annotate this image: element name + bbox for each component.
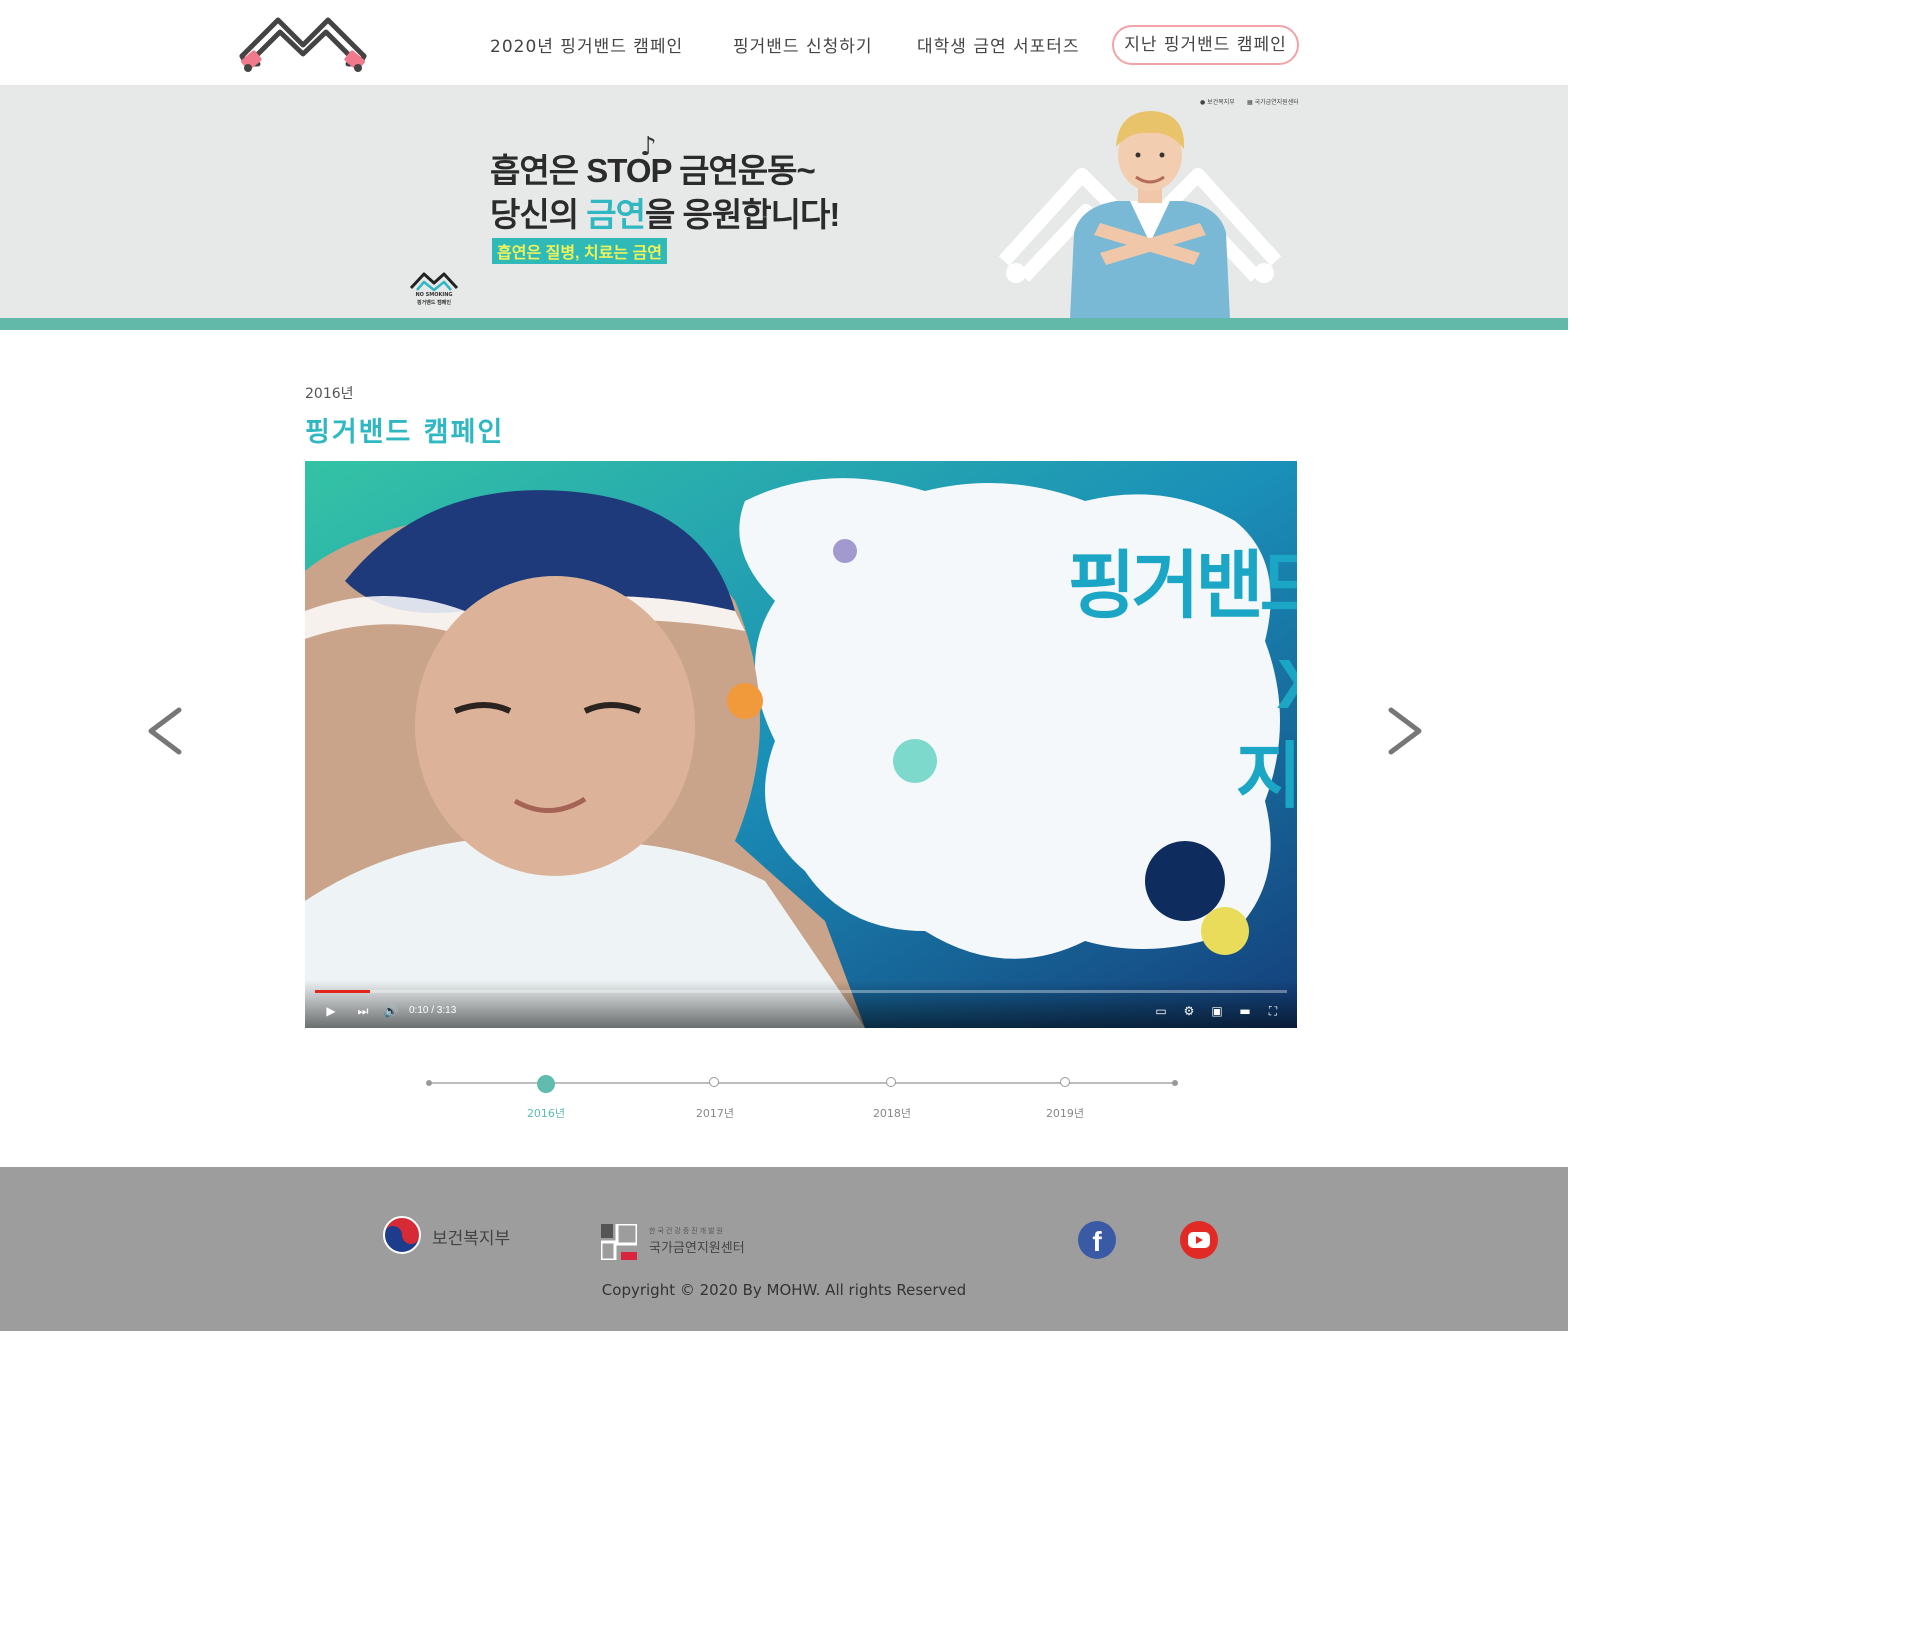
- banner-celebrity-photo: [1060, 103, 1240, 319]
- fingerband-logo[interactable]: [236, 14, 370, 76]
- section-title: 핑거밴드 캠페인: [305, 417, 505, 448]
- subtitles-icon[interactable]: ▭: [1153, 1003, 1169, 1019]
- next-arrow-icon[interactable]: [1385, 706, 1425, 756]
- timeline-label-2017[interactable]: 2017년: [685, 1105, 745, 1121]
- banner-accent-bar: [0, 318, 1568, 330]
- site-header: 2020년 핑거밴드 캠페인 핑거밴드 신청하기 대학생 금연 서포터즈 지난 …: [0, 0, 1568, 85]
- nav-apply-fingerband[interactable]: 핑거밴드 신청하기: [733, 32, 873, 57]
- video-progress-bar[interactable]: [315, 990, 1287, 993]
- timeline-label-2016[interactable]: 2016년: [516, 1105, 576, 1121]
- banner-headline-2-highlight: 금연: [586, 196, 646, 233]
- facebook-icon[interactable]: f: [1078, 1221, 1116, 1259]
- nav-past-campaigns[interactable]: 지난 핑거밴드 캠페인: [1112, 25, 1299, 65]
- hero-banner: 흡연은 STOP 금연운동~ ♪ 당신의 금연을 응원합니다! 흡연은 질병, …: [0, 85, 1568, 319]
- video-title-line-1: 핑거밴드 금연송: [1067, 544, 1297, 627]
- banner-org-center: ▦ 국가금연지원센터: [1247, 99, 1299, 106]
- footer-org-mohw-label: 보건복지부: [432, 1229, 511, 1249]
- banner-small-logo-text-2: 핑거밴드 캠페인: [417, 300, 451, 306]
- video-title-line-3: 지코: [1235, 737, 1297, 817]
- volume-icon[interactable]: 🔊: [383, 1003, 399, 1019]
- timeline-dot-2018[interactable]: [886, 1077, 896, 1087]
- banner-small-logo-text-1: NO SMOKING: [415, 292, 453, 298]
- banner-headline-2-pre: 당신의: [490, 196, 587, 233]
- video-title-line-2: X: [1050, 649, 1297, 719]
- copyright-text: Copyright © 2020 By MOHW. All rights Res…: [601, 1281, 967, 1299]
- youtube-icon[interactable]: [1180, 1221, 1218, 1259]
- timeline-start: [426, 1080, 432, 1086]
- video-controls: ▶ ⏭ 🔊 0:10 / 3:13 ▭ ⚙ ▣ ▬ ⛶: [305, 980, 1297, 1028]
- video-title-overlay: 핑거밴드 금연송 X 지코: [1050, 544, 1297, 817]
- play-icon[interactable]: ▶: [323, 1003, 339, 1019]
- site-footer: 보건복지부 한국건강증진개발원 국가금연지원센터 f Copyright © 2…: [0, 1167, 1568, 1331]
- campaign-video-player[interactable]: 핑거밴드 금연송 X 지코 ▶ ⏭ 🔊 0:10 / 3:13 ▭ ⚙ ▣ ▬ …: [305, 461, 1297, 1028]
- banner-headline-2: 당신의 금연을 응원합니다!: [490, 188, 840, 236]
- banner-small-logo: NO SMOKING 핑거밴드 캠페인: [407, 270, 461, 310]
- miniplayer-icon[interactable]: ▣: [1209, 1003, 1225, 1019]
- timeline-label-2018[interactable]: 2018년: [862, 1105, 922, 1121]
- nav-university-supporters[interactable]: 대학생 금연 서포터즈: [917, 32, 1080, 57]
- next-icon[interactable]: ⏭: [355, 1003, 371, 1019]
- footer-org-center-sub: 한국건강증진개발원: [649, 1227, 725, 1235]
- center-logo-icon: [601, 1224, 637, 1260]
- video-progress-fill: [315, 990, 371, 993]
- previous-arrow-icon[interactable]: [145, 706, 185, 756]
- banner-tag: 흡연은 질병, 치료는 금연: [492, 238, 667, 264]
- footer-org-center-label: 국가금연지원센터: [649, 1241, 745, 1256]
- nav-2020-campaign[interactable]: 2020년 핑거밴드 캠페인: [490, 32, 683, 57]
- banner-org-center-label: 국가금연지원센터: [1254, 99, 1299, 106]
- theater-mode-icon[interactable]: ▬: [1237, 1003, 1253, 1019]
- timeline-dot-2016[interactable]: [537, 1075, 555, 1093]
- banner-headline-2-post: 을 응원합니다!: [644, 196, 840, 233]
- music-note-icon: ♪: [640, 132, 657, 162]
- fullscreen-icon[interactable]: ⛶: [1265, 1003, 1281, 1019]
- timeline-end: [1172, 1080, 1178, 1086]
- timeline-dot-2017[interactable]: [709, 1077, 719, 1087]
- timeline-dot-2019[interactable]: [1060, 1077, 1070, 1087]
- timeline-label-2019[interactable]: 2019년: [1035, 1105, 1095, 1121]
- taegeuk-icon: [383, 1216, 421, 1254]
- settings-icon[interactable]: ⚙: [1181, 1003, 1197, 1019]
- video-time: 0:10 / 3:13: [409, 1005, 457, 1016]
- section-year: 2016년: [305, 386, 354, 402]
